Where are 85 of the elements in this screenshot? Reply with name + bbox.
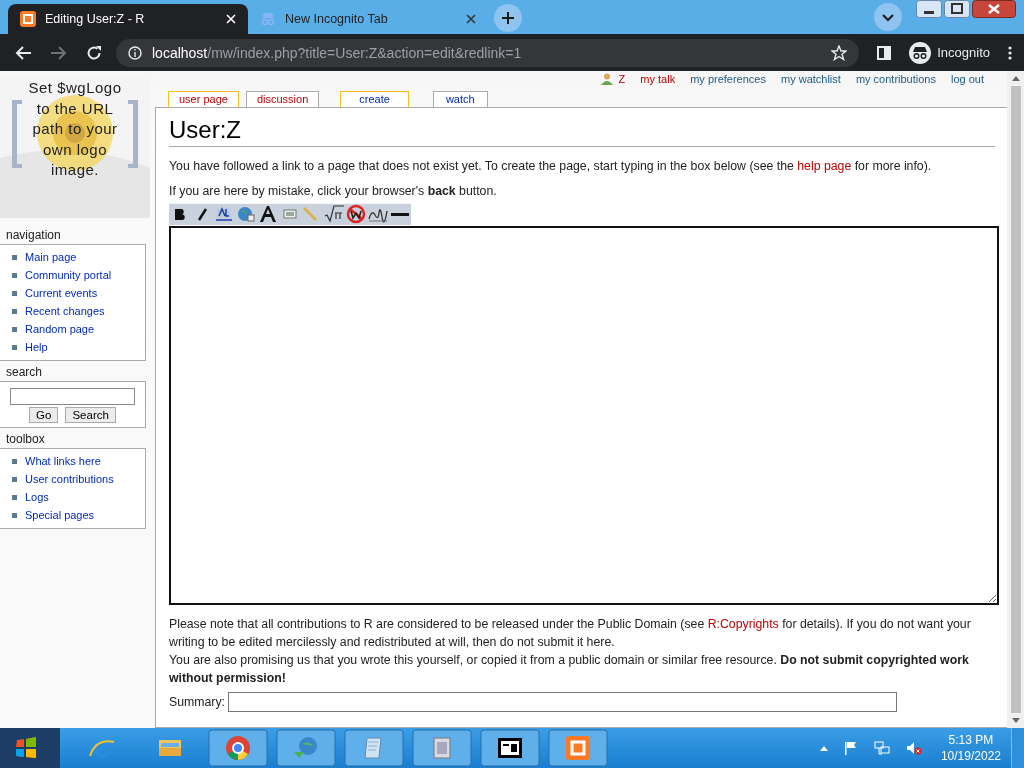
page-tab[interactable]: user page <box>168 91 239 107</box>
sevenzip-app-icon[interactable] <box>480 728 540 768</box>
personal-link[interactable]: my contributions <box>855 72 936 86</box>
minimize-icon[interactable] <box>916 0 942 18</box>
math-icon[interactable] <box>323 203 345 225</box>
tab-search-icon[interactable] <box>874 3 902 31</box>
logo-text[interactable]: Set $wgLogo to the URL path to your own logo image. <box>25 78 125 181</box>
search-button[interactable]: Search <box>65 407 116 423</box>
personal-link[interactable]: Z <box>600 72 626 86</box>
sidebar-link[interactable]: User contributions <box>25 473 114 485</box>
menu-icon[interactable] <box>1008 45 1012 60</box>
back-icon[interactable] <box>14 44 32 61</box>
bullet-icon <box>12 476 17 482</box>
maximize-icon[interactable] <box>944 0 970 18</box>
bullet-icon <box>12 458 17 464</box>
notepad-app-icon[interactable] <box>344 728 404 768</box>
volume-muted-icon[interactable] <box>905 741 922 755</box>
sidebar-link[interactable]: Main page <box>25 251 77 263</box>
clock-date[interactable]: 10/19/2022 <box>940 748 1001 764</box>
browser-tab[interactable]: Editing User:Z - R <box>8 4 248 34</box>
summary-label: Summary: <box>169 695 226 709</box>
personal-link[interactable]: my preferences <box>690 72 766 86</box>
personal-link[interactable]: my watchlist <box>780 72 841 86</box>
bullet-icon <box>12 512 17 518</box>
side-panel-icon[interactable] <box>877 45 892 60</box>
flag-icon[interactable] <box>843 741 858 755</box>
search-button[interactable]: Go <box>29 407 59 423</box>
search-field[interactable] <box>10 388 135 405</box>
page-favicon <box>20 11 36 27</box>
bullet-icon <box>12 254 17 260</box>
signature-icon[interactable] <box>367 203 389 225</box>
incognito-icon <box>260 11 276 27</box>
scroll-up-icon[interactable] <box>1011 76 1020 81</box>
info-icon[interactable] <box>128 45 142 60</box>
new-tab-icon[interactable] <box>494 4 522 32</box>
summary-field[interactable] <box>228 692 898 712</box>
scrollbar[interactable] <box>1007 71 1024 728</box>
page-tab[interactable]: create <box>340 91 409 107</box>
intro-text: You have followed a link to a page that does not exist yet. To create the page, start typing in the box below (see the help page for more info). <box>169 158 933 175</box>
sidebar-link[interactable]: What links here <box>25 455 101 467</box>
help-link[interactable]: help page <box>797 159 852 173</box>
personal-link[interactable]: log out <box>950 72 984 86</box>
bookmark-star-icon[interactable] <box>831 44 848 61</box>
bullet-icon <box>12 494 17 500</box>
sidebar-link[interactable]: Community portal <box>25 269 112 281</box>
page-tab[interactable]: discussion <box>245 91 320 107</box>
bullet-icon <box>12 326 17 332</box>
archive-app-icon[interactable] <box>412 728 472 768</box>
reload-icon[interactable] <box>86 44 102 61</box>
network-icon[interactable] <box>873 741 890 755</box>
chrome-app-icon[interactable] <box>208 728 268 768</box>
user-icon <box>600 73 613 85</box>
license-notice: Please note that all contributions to R are considered to be released under the Public Domain (see R:Copyrights for details). If you do not want your writing to be edited mercilessly and redistributed at will, then do not submit it here. <box>169 616 972 651</box>
page-heading: User:Z <box>169 116 995 147</box>
nowiki-icon[interactable] <box>345 203 367 225</box>
start-button[interactable] <box>0 728 60 768</box>
scroll-down-icon[interactable] <box>1011 718 1020 723</box>
bullet-icon <box>12 308 17 314</box>
address-bar[interactable]: localhost/mw/index.php?title=User:Z&action=edit&redlink=1 <box>116 38 860 67</box>
incognito-icon <box>909 41 932 64</box>
copyrights-link[interactable]: R:Copyrights <box>707 617 779 631</box>
sidebar-link[interactable]: Random page <box>25 323 95 335</box>
bullet-icon <box>12 290 17 296</box>
url-text[interactable]: localhost/mw/index.php?title=User:Z&action=edit&redlink=1 <box>152 44 522 61</box>
mistake-text: If you are here by mistake, click your browser's back button. <box>169 183 498 200</box>
profile-button[interactable]: Incognito <box>909 41 990 64</box>
bullet-icon <box>12 272 17 278</box>
sidebar-link[interactable]: Logs <box>25 491 49 503</box>
browser-tab[interactable]: New Incognito Tab <box>248 4 488 34</box>
portlet-title: search <box>5 365 44 381</box>
portlet-title: navigation <box>5 228 62 244</box>
bold-icon[interactable] <box>169 203 191 225</box>
page-tab[interactable]: watch <box>432 91 488 107</box>
scrollbar-thumb[interactable] <box>1010 86 1021 713</box>
sidebar-link[interactable]: Recent changes <box>25 305 105 317</box>
portlet-title: toolbox <box>5 432 46 448</box>
sidebar-link[interactable]: Special pages <box>25 509 95 521</box>
promise-text: You are also promising us that you wrote this yourself, or copied it from a public domain or similar free resource. Do not submit copyrighted work without permission! <box>169 652 970 687</box>
bullet-icon <box>12 344 17 350</box>
personal-link[interactable]: my talk <box>640 72 676 86</box>
show-hidden-icons-icon[interactable] <box>819 745 828 751</box>
xampp-app-icon[interactable] <box>548 728 608 768</box>
sidebar-link[interactable]: Help <box>25 341 48 353</box>
sidebar-link[interactable]: Current events <box>25 287 98 299</box>
close-icon[interactable] <box>972 0 1016 18</box>
